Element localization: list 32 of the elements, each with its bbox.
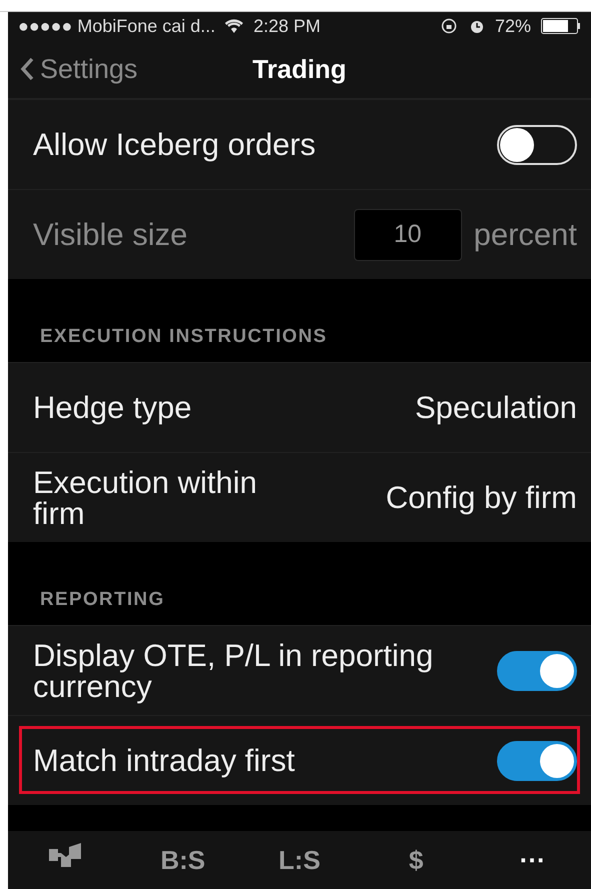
row-label: Hedge type [33, 392, 192, 423]
settings-row[interactable]: Execution within firm Config by firm [8, 452, 591, 542]
settings-row[interactable]: Hedge type Speculation [8, 362, 591, 452]
carrier-text: ●●●●● MobiFone cai d... [18, 16, 216, 36]
section-header: REPORTING [40, 589, 165, 611]
row-label: Allow Iceberg orders [33, 129, 317, 160]
back-button[interactable]: Settings [8, 52, 144, 86]
tab-button[interactable]: B:S [142, 844, 223, 876]
tab-button[interactable]: ··· [492, 844, 573, 876]
toggle-switch[interactable] [497, 650, 577, 690]
row-label: Visible size [33, 219, 189, 250]
tab-button[interactable]: L:S [259, 844, 340, 876]
section-header: EXECUTION INSTRUCTIONS [40, 326, 328, 348]
row-label: Display OTE, P/L in reporting currency [33, 640, 434, 702]
wifi-icon [225, 19, 244, 33]
alarm-clock-icon [468, 18, 485, 34]
toggle-switch[interactable] [497, 740, 577, 780]
clock-text: 2:28 PM [253, 16, 320, 36]
battery-icon [541, 18, 581, 34]
screen-title: Trading [252, 54, 346, 84]
rotation-lock-icon [440, 18, 459, 34]
row-label: Match intraday first [33, 745, 296, 776]
chevron-left-icon [20, 57, 34, 81]
highlighted-settings-row[interactable]: Match intraday first [8, 715, 591, 805]
value-text: Config by firm [386, 480, 577, 516]
battery-percent: 72% [494, 16, 531, 36]
tab-button[interactable]: $ [376, 844, 456, 876]
settings-row[interactable]: Allow Iceberg orders [8, 99, 591, 189]
settings-row[interactable]: Display OTE, P/L in reporting currency [8, 625, 591, 715]
row-label: Execution within firm [33, 466, 258, 528]
value-text: Speculation [414, 390, 577, 426]
unit-label: percent [474, 216, 577, 252]
